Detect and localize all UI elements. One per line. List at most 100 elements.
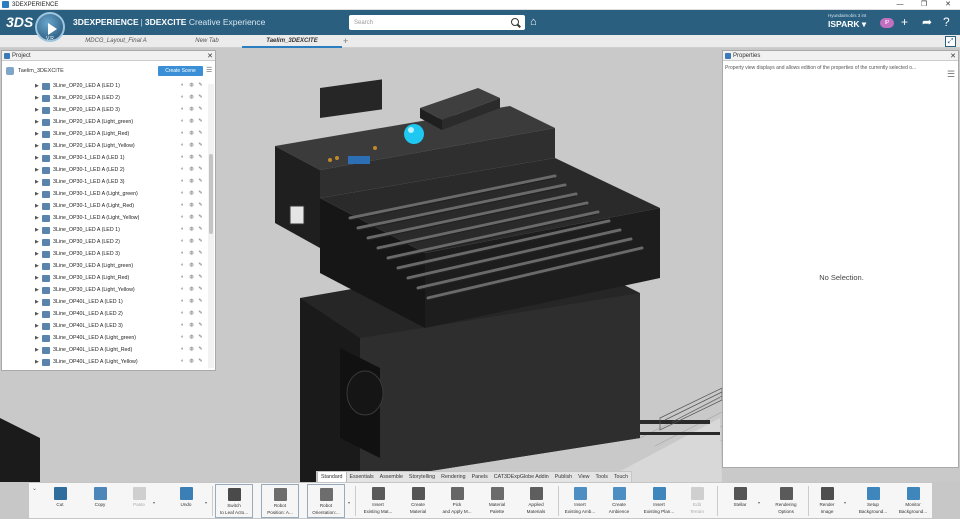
paste-button[interactable]: Paste <box>126 484 152 518</box>
lock-icon[interactable]: ◍ <box>189 274 194 280</box>
rendering-options-button[interactable]: Rendering Options <box>767 484 805 518</box>
tab-tools[interactable]: Tools <box>593 472 611 482</box>
tree-item[interactable]: ▶ 3Line_OP40L_LED A (Light_Red) ◐ ◍ ✎ <box>2 344 207 356</box>
show-icon[interactable]: ◐ <box>180 262 185 268</box>
lock-icon[interactable]: ◍ <box>189 118 194 124</box>
tree-item[interactable]: ▶ 3Line_OP40L_LED A (Light_Yellow) ◐ ◍ ✎ <box>2 356 207 368</box>
lock-icon[interactable]: ◍ <box>189 142 194 148</box>
settings-icon[interactable]: ✎ <box>198 178 203 184</box>
expand-arrow-icon[interactable]: ▶ <box>35 167 40 173</box>
expand-arrow-icon[interactable]: ▶ <box>35 155 40 161</box>
tab-cat3dexpglobe-addin[interactable]: CAT3DExpGlobe Addin <box>491 472 552 482</box>
setup-background-button[interactable]: Setup Background... <box>853 484 893 518</box>
tree-item[interactable]: ▶ 3Line_OP40L_LED A (Light_green) ◐ ◍ ✎ <box>2 332 207 344</box>
copy-button[interactable]: Copy <box>87 484 113 518</box>
lock-icon[interactable]: ◍ <box>189 250 194 256</box>
robot-position-button[interactable]: Robot Position: A... <box>261 484 299 518</box>
applied-materials-button[interactable]: Applied Materials <box>517 484 555 518</box>
expand-arrow-icon[interactable]: ▶ <box>35 335 40 341</box>
project-scrollbar[interactable] <box>208 84 214 368</box>
settings-icon[interactable]: ✎ <box>198 262 203 268</box>
pick-apply-material-button[interactable]: Pick and Apply M... <box>438 484 476 518</box>
show-icon[interactable]: ◐ <box>180 202 185 208</box>
show-icon[interactable]: ◐ <box>180 322 185 328</box>
settings-icon[interactable]: ✎ <box>198 322 203 328</box>
user-name[interactable]: ISPARK ▾ <box>828 19 884 30</box>
lock-icon[interactable]: ◍ <box>189 298 194 304</box>
settings-icon[interactable]: ✎ <box>198 130 203 136</box>
create-scene-button[interactable]: Create Scene <box>158 66 203 76</box>
tree-item[interactable]: ▶ 3Line_OP20_LED A (LED 2) ◐ ◍ ✎ <box>2 92 207 104</box>
lock-icon[interactable]: ◍ <box>189 190 194 196</box>
tree-item[interactable]: ▶ 3Line_OP20_LED A (LED 1) ◐ ◍ ✎ <box>2 80 207 92</box>
settings-icon[interactable]: ✎ <box>198 214 203 220</box>
tab-view[interactable]: View <box>575 472 592 482</box>
tree-item[interactable]: ▶ 3Line_OP30-1_LED A (LED 1) ◐ ◍ ✎ <box>2 152 207 164</box>
tab-essentials[interactable]: Essentials <box>347 472 377 482</box>
lock-icon[interactable]: ◍ <box>189 226 194 232</box>
tree-item[interactable]: ▶ 3Line_OP20_LED A (LED 3) ◐ ◍ ✎ <box>2 104 207 116</box>
settings-icon[interactable]: ✎ <box>198 190 203 196</box>
insert-existing-planet-button[interactable]: Insert Existing Plan... <box>639 484 679 518</box>
expand-arrow-icon[interactable]: ▶ <box>35 119 40 125</box>
tab-storytelling[interactable]: Storytelling <box>406 472 438 482</box>
settings-icon[interactable]: ✎ <box>198 310 203 316</box>
tree-item[interactable]: ▶ 3Line_OP30_LED A (Light_green) ◐ ◍ ✎ <box>2 260 207 272</box>
settings-icon[interactable]: ✎ <box>198 166 203 172</box>
tab-publish[interactable]: Publish <box>552 472 575 482</box>
edit-terrain-button[interactable]: Edit Terrain <box>680 484 714 518</box>
add-icon[interactable]: + <box>901 15 908 29</box>
minimize-icon[interactable]: — <box>888 0 912 10</box>
tree-item[interactable]: ▶ 3Line_OP30-1_LED A (LED 3) ◐ ◍ ✎ <box>2 176 207 188</box>
tree-item[interactable]: ▶ 3Line_OP20_LED A (Light_green) ◐ ◍ ✎ <box>2 116 207 128</box>
render-image-button[interactable]: Render Image <box>812 484 842 518</box>
tab-taelim[interactable]: Taelim_3DEXCITE <box>242 35 342 48</box>
expand-arrow-icon[interactable]: ▶ <box>35 347 40 353</box>
expand-arrow-icon[interactable]: ▶ <box>35 215 40 221</box>
settings-icon[interactable]: ✎ <box>198 334 203 340</box>
chevron-down-icon[interactable]: ▾ <box>205 500 207 505</box>
lock-icon[interactable]: ◍ <box>189 286 194 292</box>
lock-icon[interactable]: ◍ <box>189 166 194 172</box>
tree-item[interactable]: ▶ 3Line_OP30_LED A (Light_Yellow) ◐ ◍ ✎ <box>2 284 207 296</box>
show-icon[interactable]: ◐ <box>180 178 185 184</box>
close-icon[interactable]: ✕ <box>936 0 960 10</box>
settings-icon[interactable]: ✎ <box>198 94 203 100</box>
project-root[interactable]: Taelim_3DEXCITE Create Scene ☰ <box>2 64 215 78</box>
settings-icon[interactable]: ✎ <box>198 286 203 292</box>
close-icon[interactable]: ✕ <box>948 52 958 60</box>
show-icon[interactable]: ◐ <box>180 358 185 364</box>
show-icon[interactable]: ◐ <box>180 226 185 232</box>
settings-icon[interactable]: ✎ <box>198 202 203 208</box>
search-input[interactable]: Search <box>349 20 510 26</box>
show-icon[interactable]: ◐ <box>180 118 185 124</box>
robot-orientation-button[interactable]: Robot Orientation:... <box>307 484 345 518</box>
show-icon[interactable]: ◐ <box>180 334 185 340</box>
search-icon[interactable] <box>510 17 522 29</box>
show-icon[interactable]: ◐ <box>180 130 185 136</box>
show-icon[interactable]: ◐ <box>180 82 185 88</box>
expand-arrow-icon[interactable]: ▶ <box>35 263 40 269</box>
tree-item[interactable]: ▶ 3Line_OP40L_LED A (LED 2) ◐ ◍ ✎ <box>2 308 207 320</box>
show-icon[interactable]: ◐ <box>180 298 185 304</box>
show-icon[interactable]: ◐ <box>180 142 185 148</box>
tree-item[interactable]: ▶ 3Line_OP30_LED A (LED 3) ◐ ◍ ✎ <box>2 248 207 260</box>
show-icon[interactable]: ◐ <box>180 346 185 352</box>
expand-arrow-icon[interactable]: ▶ <box>35 251 40 257</box>
collapse-icon[interactable]: ⌄ <box>32 485 37 492</box>
fullscreen-icon[interactable]: ⤢ <box>945 36 956 47</box>
show-icon[interactable]: ◐ <box>180 286 185 292</box>
show-icon[interactable]: ◐ <box>180 250 185 256</box>
expand-arrow-icon[interactable]: ▶ <box>35 275 40 281</box>
lock-icon[interactable]: ◍ <box>189 334 194 340</box>
close-icon[interactable]: ✕ <box>205 52 215 60</box>
lock-icon[interactable]: ◍ <box>189 262 194 268</box>
chevron-down-icon[interactable]: ▾ <box>348 500 350 505</box>
scroll-thumb[interactable] <box>209 154 213 234</box>
tree-item[interactable]: ▶ 3Line_OP20_LED A (Light_Red) ◐ ◍ ✎ <box>2 128 207 140</box>
tab-standard[interactable]: Standard <box>317 472 347 482</box>
stellar-button[interactable]: Stellar <box>723 484 757 518</box>
lock-icon[interactable]: ◍ <box>189 82 194 88</box>
monitor-background-button[interactable]: Monitor Background... <box>893 484 933 518</box>
cut-button[interactable]: Cut <box>47 484 73 518</box>
